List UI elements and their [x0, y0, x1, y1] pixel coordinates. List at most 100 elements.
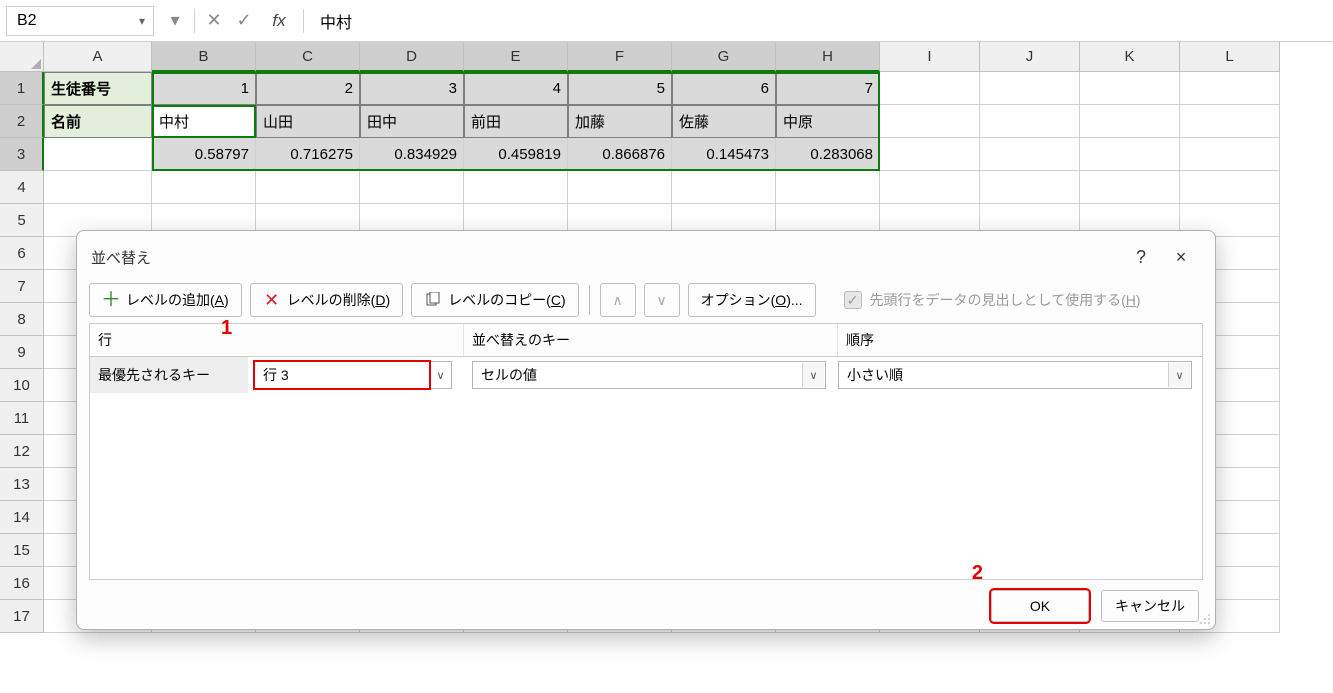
cell[interactable] — [776, 171, 880, 204]
cell[interactable]: 0.834929 — [360, 138, 464, 171]
close-button[interactable]: × — [1161, 241, 1201, 273]
row-header[interactable]: 17 — [0, 600, 44, 633]
cell[interactable] — [980, 171, 1080, 204]
cell[interactable]: 2 — [256, 72, 360, 105]
cell[interactable] — [1080, 72, 1180, 105]
cell[interactable] — [1080, 105, 1180, 138]
help-button[interactable]: ? — [1121, 241, 1161, 273]
cell[interactable] — [360, 171, 464, 204]
ok-button[interactable]: OK — [991, 590, 1089, 622]
cell[interactable]: 前田 — [464, 105, 568, 138]
cell[interactable] — [1180, 105, 1280, 138]
select-all-corner[interactable] — [0, 42, 44, 72]
fx-icon[interactable]: fx — [259, 11, 299, 31]
name-box[interactable]: B2 ▾ — [6, 6, 154, 36]
cell[interactable]: 中原 — [776, 105, 880, 138]
cell[interactable]: 6 — [672, 72, 776, 105]
row-header[interactable]: 8 — [0, 303, 44, 336]
row-header[interactable]: 12 — [0, 435, 44, 468]
sort-column-combo[interactable]: 行 3 — [254, 361, 430, 389]
cell[interactable]: 名前 — [44, 105, 152, 138]
col-header[interactable]: F — [568, 42, 672, 72]
cell[interactable] — [880, 138, 980, 171]
cell[interactable]: 0.866876 — [568, 138, 672, 171]
col-header[interactable]: I — [880, 42, 980, 72]
row-header[interactable]: 3 — [0, 138, 44, 171]
cell[interactable]: 3 — [360, 72, 464, 105]
cell[interactable] — [568, 171, 672, 204]
cell[interactable]: 加藤 — [568, 105, 672, 138]
cell[interactable] — [1180, 138, 1280, 171]
cell[interactable]: 中村 — [152, 105, 256, 138]
cell[interactable] — [256, 171, 360, 204]
expand-dropdown-icon[interactable]: ▾ — [160, 6, 190, 36]
cell[interactable] — [980, 138, 1080, 171]
cell[interactable]: 生徒番号 — [44, 72, 152, 105]
cell[interactable] — [44, 138, 152, 171]
row-header[interactable]: 14 — [0, 501, 44, 534]
row-header[interactable]: 13 — [0, 468, 44, 501]
col-header[interactable]: K — [1080, 42, 1180, 72]
resize-grip-icon[interactable] — [1197, 611, 1211, 625]
separator — [194, 9, 195, 33]
delete-level-button[interactable]: ✕ レベルの削除(D) — [250, 283, 403, 317]
cell[interactable] — [1180, 171, 1280, 204]
cell[interactable] — [1080, 138, 1180, 171]
cell[interactable]: 0.283068 — [776, 138, 880, 171]
col-header[interactable]: H — [776, 42, 880, 72]
row-header[interactable]: 10 — [0, 369, 44, 402]
chevron-down-icon[interactable]: ∨ — [430, 361, 452, 389]
cell[interactable]: 0.459819 — [464, 138, 568, 171]
cell[interactable]: 0.58797 — [152, 138, 256, 171]
row-header[interactable]: 11 — [0, 402, 44, 435]
formula-input[interactable] — [308, 6, 1333, 36]
cell[interactable]: 0.145473 — [672, 138, 776, 171]
col-header[interactable]: C — [256, 42, 360, 72]
cell[interactable]: 0.716275 — [256, 138, 360, 171]
col-header[interactable]: B — [152, 42, 256, 72]
cell[interactable]: 4 — [464, 72, 568, 105]
cell[interactable]: 5 — [568, 72, 672, 105]
col-header[interactable]: G — [672, 42, 776, 72]
row-header[interactable]: 4 — [0, 171, 44, 204]
add-level-label: レベルの追加(A) — [126, 290, 229, 310]
cancel-icon[interactable]: ✕ — [199, 6, 229, 36]
row-header[interactable]: 9 — [0, 336, 44, 369]
cell[interactable] — [1180, 72, 1280, 105]
sort-on-combo[interactable]: セルの値 ∨ — [472, 361, 826, 389]
cell[interactable] — [672, 171, 776, 204]
cell[interactable]: 山田 — [256, 105, 360, 138]
delete-level-label: レベルの削除(D) — [287, 290, 390, 310]
copy-level-button[interactable]: レベルのコピー(C) — [411, 283, 578, 317]
cell[interactable] — [980, 72, 1080, 105]
options-button[interactable]: オプション(O)... — [688, 283, 816, 317]
cell[interactable] — [980, 105, 1080, 138]
cell[interactable] — [152, 171, 256, 204]
col-header[interactable]: D — [360, 42, 464, 72]
row-header[interactable]: 2 — [0, 105, 44, 138]
cell[interactable]: 佐藤 — [672, 105, 776, 138]
col-header[interactable]: A — [44, 42, 152, 72]
cell[interactable] — [880, 171, 980, 204]
cell[interactable] — [1080, 171, 1180, 204]
row-header[interactable]: 15 — [0, 534, 44, 567]
row-header[interactable]: 5 — [0, 204, 44, 237]
row-header[interactable]: 1 — [0, 72, 44, 105]
col-header[interactable]: E — [464, 42, 568, 72]
cancel-button[interactable]: キャンセル — [1101, 590, 1199, 622]
add-level-button[interactable]: ＋ レベルの追加(A) — [89, 283, 242, 317]
cell[interactable] — [464, 171, 568, 204]
row-header[interactable]: 16 — [0, 567, 44, 600]
row-header[interactable]: 7 — [0, 270, 44, 303]
cell[interactable] — [880, 72, 980, 105]
col-header[interactable]: J — [980, 42, 1080, 72]
cell[interactable]: 7 — [776, 72, 880, 105]
sort-order-combo[interactable]: 小さい順 ∨ — [838, 361, 1192, 389]
cell[interactable]: 1 — [152, 72, 256, 105]
accept-icon[interactable]: ✓ — [229, 6, 259, 36]
cell[interactable]: 田中 — [360, 105, 464, 138]
row-header[interactable]: 6 — [0, 237, 44, 270]
cell[interactable] — [880, 105, 980, 138]
cell[interactable] — [44, 171, 152, 204]
col-header[interactable]: L — [1180, 42, 1280, 72]
